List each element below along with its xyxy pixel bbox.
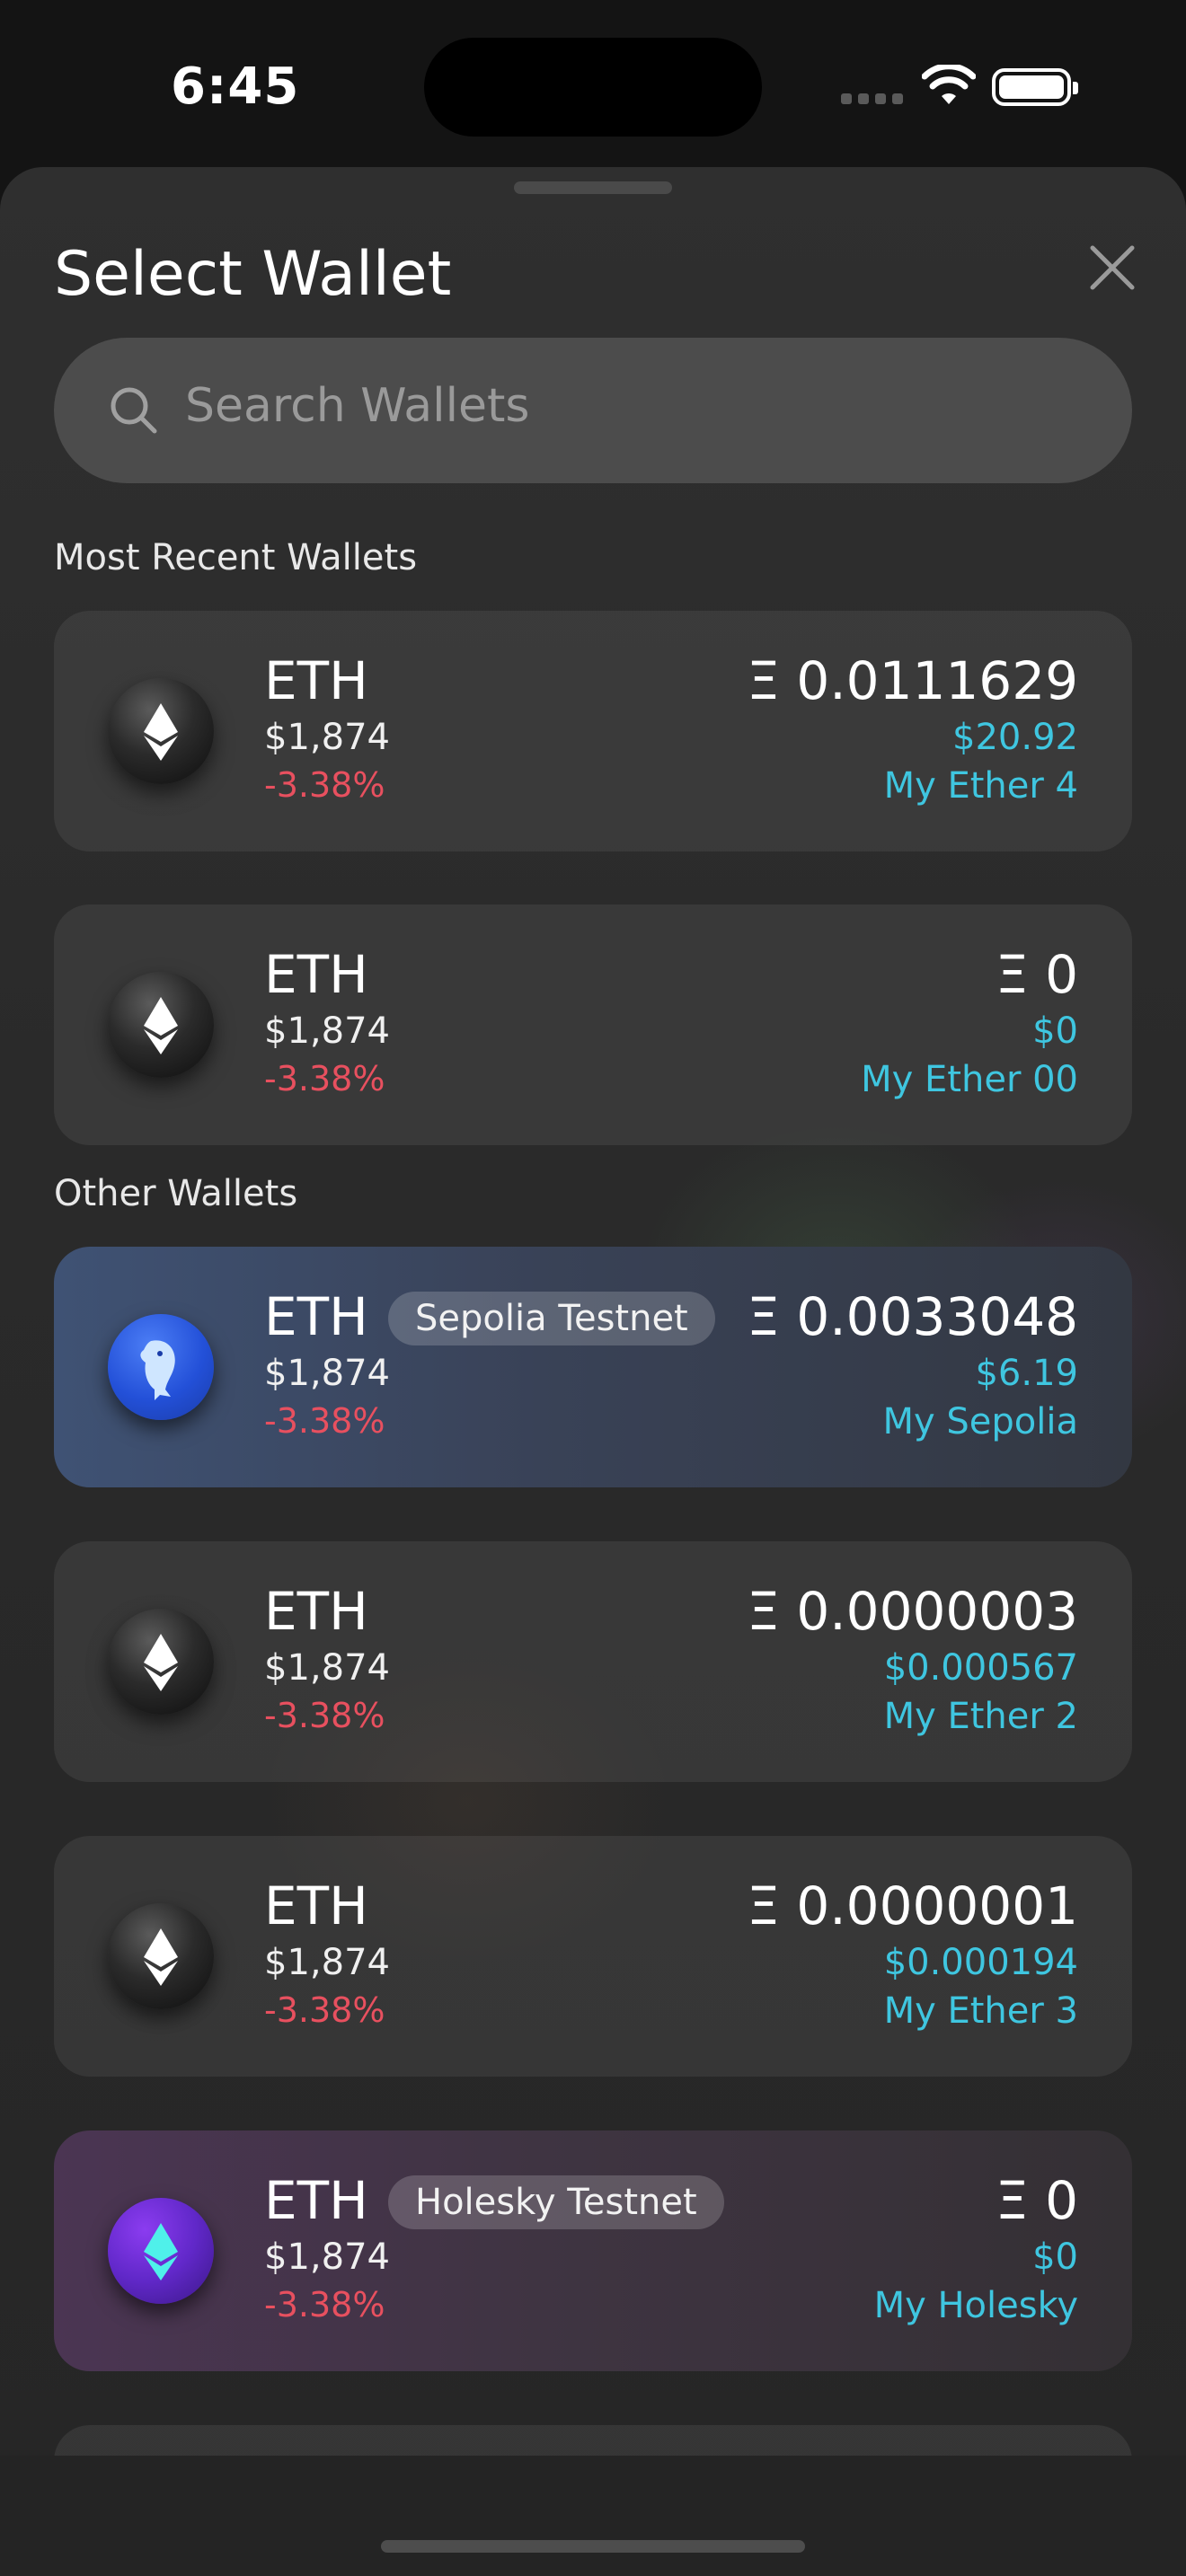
home-indicator[interactable] <box>381 2540 805 2553</box>
sheet-title: Select Wallet <box>54 239 452 310</box>
wallet-name: My Holesky <box>873 2285 1078 2326</box>
wallet-symbol: ETH <box>264 2170 368 2231</box>
eth-icon <box>108 678 214 784</box>
wallet-price: $1,874 <box>264 1353 390 1394</box>
section-label-other: Other Wallets <box>54 1173 298 1214</box>
eth-icon <box>108 1903 214 2009</box>
wallet-name: My Ether 4 <box>883 765 1078 807</box>
wallet-fiat-value: $0 <box>1032 2236 1078 2278</box>
wallet-price: $1,874 <box>264 1647 390 1689</box>
signal-icon <box>841 93 904 106</box>
wallet-change: -3.38% <box>264 1059 385 1098</box>
wallet-price: $1,874 <box>264 1942 390 1983</box>
wallet-change: -3.38% <box>264 765 385 805</box>
network-badge: Sepolia Testnet <box>388 1292 715 1345</box>
wallet-name: My Ether 3 <box>883 1990 1078 2032</box>
battery-icon <box>992 68 1078 106</box>
dynamic-island <box>424 38 762 137</box>
wallet-fiat-value: $0.000194 <box>883 1942 1078 1983</box>
wallet-symbol: ETH <box>264 944 368 1005</box>
wallet-name: My Sepolia <box>882 1401 1079 1442</box>
status-time: 6:45 <box>171 57 300 116</box>
status-bar: 6:45 <box>0 0 1186 166</box>
wallet-balance: Ξ 0.0033048 <box>747 1286 1078 1347</box>
wallet-card[interactable]: ETH Holesky Testnet $1,874 -3.38% Ξ 0 $0… <box>54 2130 1132 2371</box>
wallet-symbol: ETH <box>264 650 368 711</box>
wallet-price: $1,874 <box>264 1010 390 1052</box>
wallet-fiat-value: $6.19 <box>975 1353 1078 1394</box>
sepolia-dolphin-icon <box>108 1314 214 1420</box>
search-icon <box>111 387 157 434</box>
holesky-eth-icon <box>108 2198 214 2304</box>
wallet-balance: Ξ 0.0000001 <box>747 1875 1078 1936</box>
wallet-change: -3.38% <box>264 1696 385 1735</box>
wallet-symbol: ETH <box>264 1286 368 1347</box>
wallet-card[interactable]: ETH $1,874 -3.38% Ξ 0.0000003 $0.000567 … <box>54 1541 1132 1782</box>
section-label-recent: Most Recent Wallets <box>54 537 418 578</box>
wallet-change: -3.38% <box>264 1401 385 1441</box>
search-input[interactable]: Search Wallets <box>54 338 1132 483</box>
wallet-price: $1,874 <box>264 717 390 758</box>
wallet-balance: Ξ 0.0111629 <box>747 650 1078 711</box>
wallet-balance: Ξ 0 <box>996 944 1078 1005</box>
wallet-fiat-value: $0.000567 <box>883 1647 1078 1689</box>
wallet-fiat-value: $20.92 <box>952 717 1078 758</box>
wallet-balance: Ξ 0.0000003 <box>747 1581 1078 1642</box>
search-placeholder: Search Wallets <box>185 379 530 433</box>
wallet-symbol: ETH <box>264 1581 368 1642</box>
eth-icon <box>108 972 214 1078</box>
wallet-card[interactable]: ETH $1,874 -3.38% Ξ 0.0000001 $0.000194 … <box>54 1836 1132 2077</box>
wallet-balance: Ξ 0 <box>996 2170 1078 2231</box>
wallet-symbol: ETH <box>264 1875 368 1936</box>
wallet-card[interactable]: ETH $1,874 -3.38% Ξ 0.0111629 $20.92 My … <box>54 611 1132 851</box>
wifi-icon <box>922 65 976 104</box>
wallet-card[interactable]: ETH Sepolia Testnet $1,874 -3.38% Ξ 0.00… <box>54 1247 1132 1487</box>
select-wallet-sheet: Select Wallet Search Wallets Most Recent… <box>0 167 1186 2576</box>
close-icon[interactable] <box>1084 239 1141 296</box>
wallet-change: -3.38% <box>264 2285 385 2325</box>
wallet-fiat-value: $0 <box>1032 1010 1078 1052</box>
bottom-bar <box>0 2456 1186 2576</box>
network-badge: Holesky Testnet <box>388 2175 724 2229</box>
wallet-name: My Ether 2 <box>883 1696 1078 1737</box>
sheet-grabber[interactable] <box>514 181 672 194</box>
wallet-card[interactable]: ETH $1,874 -3.38% Ξ 0 $0 My Ether 00 <box>54 904 1132 1145</box>
eth-icon <box>108 1609 214 1715</box>
wallet-change: -3.38% <box>264 1990 385 2030</box>
wallet-name: My Ether 00 <box>861 1059 1078 1100</box>
wallet-price: $1,874 <box>264 2236 390 2278</box>
